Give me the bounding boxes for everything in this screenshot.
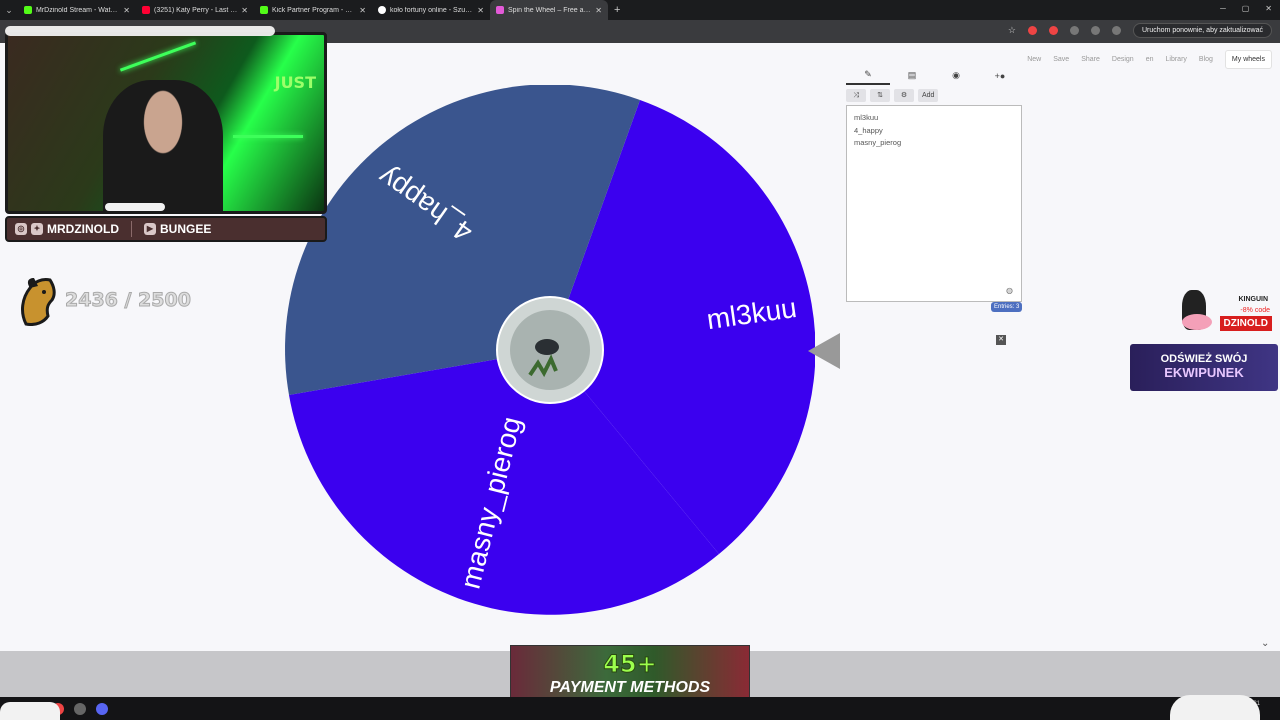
banner-line-2: EKWIPUNEK: [1164, 365, 1244, 380]
streamer-figure: [103, 80, 223, 211]
extension-icon[interactable]: [1048, 26, 1058, 35]
design-button[interactable]: Design: [1112, 56, 1134, 63]
wheel-favicon-icon: [496, 6, 504, 14]
wheel-svg[interactable]: ml3kuu 4_happy masny_pierog: [285, 84, 816, 615]
instagram-icon: ◎: [15, 223, 27, 235]
discord-icon[interactable]: [96, 702, 108, 715]
minimize-icon[interactable]: ─: [1220, 4, 1226, 13]
language-button[interactable]: en: [1146, 56, 1154, 63]
new-button[interactable]: New: [1027, 56, 1041, 63]
close-window-icon[interactable]: ✕: [1265, 4, 1272, 13]
neon-light-decoration: [233, 135, 303, 138]
snow-decoration: [1170, 695, 1260, 720]
social-instagram: ◎ ✦ MRDZINOLD: [15, 222, 119, 236]
tab-kick-partner[interactable]: Kick Partner Program - Kick Da ✕: [254, 0, 372, 20]
horse-head-icon: [21, 278, 56, 326]
app-icon[interactable]: [74, 702, 86, 715]
new-tab-plus-icon[interactable]: +: [614, 4, 620, 16]
social-handles-bar: ◎ ✦ MRDZINOLD ▶ BUNGEE: [5, 216, 327, 242]
tab-list-chevron-icon[interactable]: ⌄: [0, 5, 18, 16]
tab-title: Spin the Wheel – Free and easy: [508, 6, 592, 14]
tab-title: Kick Partner Program - Kick Da: [272, 6, 355, 14]
editor-tabs: ✎ ▤ ◉ +●: [846, 68, 1022, 86]
mouse-photo-icon: [535, 339, 559, 355]
tab-title: MrDzinold Stream - Watch Live: [36, 6, 119, 14]
tab-youtube[interactable]: (3251) Katy Perry - Last Frida ✕: [136, 0, 254, 20]
google-favicon-icon: [378, 6, 386, 14]
ad-small-text: PAYMENT METHODS: [549, 679, 711, 696]
tab-title: (3251) Katy Perry - Last Frida: [154, 6, 238, 14]
entry-line: ml3kuu: [854, 113, 879, 122]
shuffle-icon[interactable]: ⤨: [846, 89, 866, 102]
youtube-favicon-icon: [142, 6, 150, 14]
piggy-bank-icon: [1182, 314, 1212, 330]
snow-decoration: [105, 203, 165, 211]
kick-favicon-icon: [24, 6, 32, 14]
playlist-icon[interactable]: [1090, 26, 1100, 35]
close-overlay-icon[interactable]: ✕: [996, 335, 1006, 345]
entries-editor-panel: ✎ ▤ ◉ +● ⤨ ⇅ ⚙ Add ml3kuu 4_happy masny_…: [846, 68, 1022, 302]
tab-mrdzinold[interactable]: MrDzinold Stream - Watch Live ✕: [18, 0, 136, 20]
neon-light-decoration: [119, 41, 197, 72]
wheel-pointer-arrow: [808, 333, 840, 369]
scroll-down-chevron-icon[interactable]: ⌄: [1261, 638, 1269, 649]
spin-wheel[interactable]: ml3kuu 4_happy masny_pierog: [285, 84, 816, 615]
entries-textarea[interactable]: ml3kuu 4_happy masny_pierog ◍: [846, 105, 1022, 302]
entries-count-badge: Entries: 3: [991, 302, 1023, 312]
tab-close-icon[interactable]: ✕: [241, 6, 248, 15]
maximize-icon[interactable]: ▢: [1242, 4, 1250, 13]
results-clipboard-icon[interactable]: ▤: [890, 70, 934, 84]
social-youtube: ▶ BUNGEE: [144, 222, 211, 236]
kinguin-discount: -8% code: [1240, 307, 1270, 314]
share-button[interactable]: Share: [1081, 56, 1100, 63]
youtube-handle: BUNGEE: [160, 222, 212, 236]
tab-spin-the-wheel[interactable]: Spin the Wheel – Free and easy ✕: [490, 0, 608, 20]
add-wheel-color-icon[interactable]: +●: [978, 71, 1022, 84]
textarea-settings-icon[interactable]: ◍: [1006, 286, 1013, 295]
profile-avatar-icon[interactable]: [1111, 26, 1121, 35]
neon-sign-decoration: JUST: [274, 73, 316, 92]
kinguin-code: DZINOLD: [1219, 316, 1272, 331]
browser-tab-bar: ⌄ MrDzinold Stream - Watch Live ✕ (3251)…: [0, 0, 1280, 20]
edit-pencil-icon[interactable]: ✎: [846, 69, 890, 85]
tab-close-icon[interactable]: ✕: [595, 6, 602, 15]
bookmark-star-icon[interactable]: ☆: [1008, 25, 1016, 36]
instagram-handle: MRDZINOLD: [47, 222, 119, 236]
sub-goal-counter: 2436 / 2500: [65, 289, 192, 312]
snow-decoration: [5, 26, 275, 36]
webcam-feed: JUST: [5, 32, 327, 214]
add-image-button[interactable]: Add: [918, 89, 939, 102]
tab-close-icon[interactable]: ✕: [477, 6, 484, 15]
update-restart-button[interactable]: Uruchom ponownie, aby zaktualizować: [1132, 23, 1272, 38]
tab-google-search[interactable]: koło fortuny online - Szukaj w ✕: [372, 0, 490, 20]
blog-button[interactable]: Blog: [1199, 56, 1213, 63]
editor-toolbar: ⤨ ⇅ ⚙ Add: [846, 89, 1022, 102]
kinguin-promo: KINGUIN -8% code DZINOLD: [1178, 288, 1278, 334]
window-controls: ─ ▢ ✕: [1220, 4, 1272, 13]
ad-big-text: 45+: [603, 650, 658, 679]
settings-cog-icon[interactable]: ⚙: [894, 89, 914, 102]
divider: [131, 221, 132, 237]
kinguin-brand: KINGUIN: [1238, 296, 1268, 303]
snow-decoration: [0, 702, 60, 720]
tab-title: koło fortuny online - Szukaj w: [390, 6, 474, 14]
twitter-icon: ✦: [31, 223, 43, 235]
youtube-icon: ▶: [144, 223, 156, 235]
kick-favicon-icon: [260, 6, 268, 14]
tab-close-icon[interactable]: ✕: [359, 6, 366, 15]
save-button[interactable]: Save: [1053, 56, 1069, 63]
my-wheels-button[interactable]: My wheels: [1224, 50, 1272, 69]
refresh-equipment-banner: ODŚWIEŻ SWÓJ EKWIPUNEK: [1130, 344, 1278, 391]
entry-line: 4_happy: [854, 125, 883, 135]
os-taskbar: 12:31: [0, 697, 1280, 720]
entry-line: masny_pierog: [854, 138, 902, 147]
library-button[interactable]: Library: [1166, 56, 1187, 63]
banner-line-1: ODŚWIEŻ SWÓJ: [1160, 353, 1248, 365]
sort-icon[interactable]: ⇅: [870, 89, 890, 102]
extensions-puzzle-icon[interactable]: [1069, 26, 1079, 35]
extension-icon[interactable]: [1027, 26, 1037, 35]
hide-eye-icon[interactable]: ◉: [934, 70, 978, 84]
tab-close-icon[interactable]: ✕: [123, 6, 130, 15]
site-top-nav: New Save Share Design en Library Blog My…: [1027, 50, 1272, 69]
